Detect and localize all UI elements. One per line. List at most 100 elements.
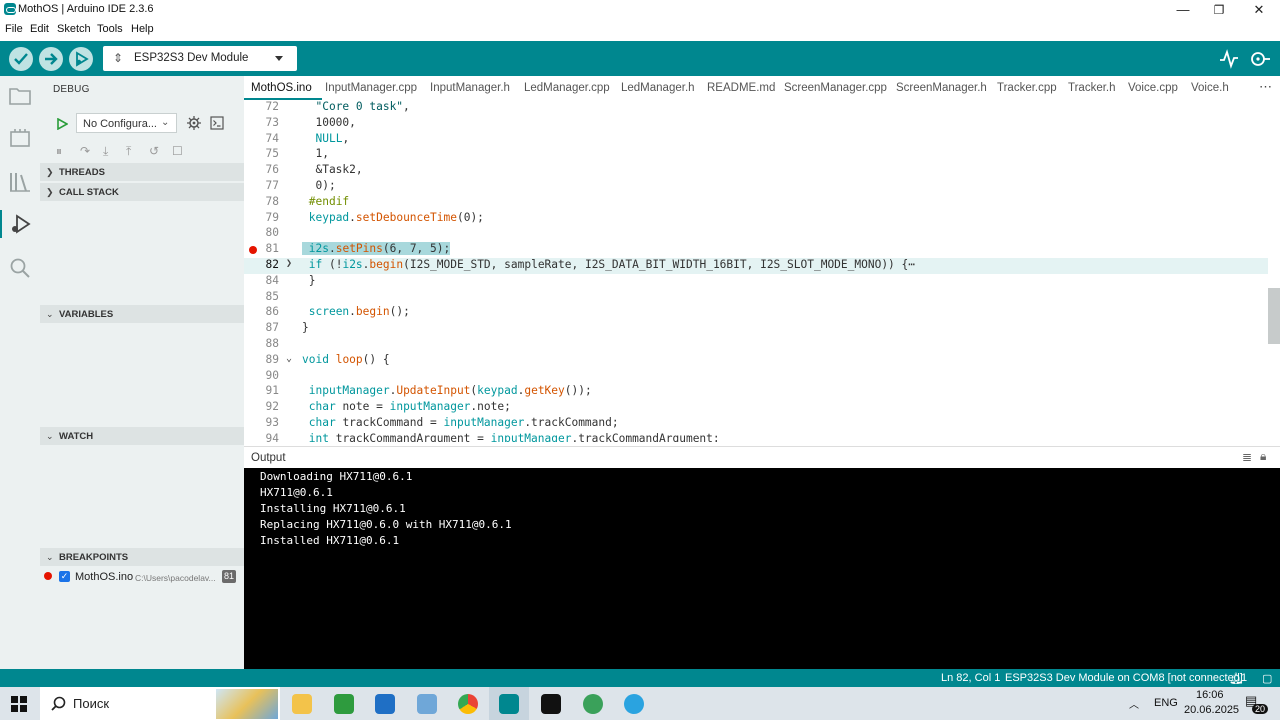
line-number[interactable]: 84 [244, 274, 279, 287]
code-line[interactable]: 93 char trackCommand = inputManager.trac… [244, 416, 1268, 432]
verify-button[interactable] [9, 47, 33, 71]
menu-help[interactable]: Help [131, 23, 154, 35]
step-over-icon[interactable]: ↷ [80, 144, 90, 158]
menu-edit[interactable]: Edit [30, 23, 49, 35]
code-line[interactable]: 74 NULL, [244, 132, 1268, 148]
line-number[interactable]: 72 [244, 100, 279, 113]
menu-file[interactable]: File [5, 23, 23, 35]
editor-scrollbar[interactable] [1268, 288, 1280, 344]
gear-icon[interactable] [187, 116, 201, 130]
tab-voice-h[interactable]: Voice.h [1191, 82, 1229, 94]
code-line[interactable]: 72 "Core 0 task", [244, 100, 1268, 116]
line-number[interactable]: 92 [244, 400, 279, 413]
line-number[interactable]: 79 [244, 211, 279, 224]
minimize-button[interactable]: — [1165, 0, 1201, 20]
code-line[interactable]: 79 keypad.setDebounceTime(0); [244, 211, 1268, 227]
library-icon[interactable] [8, 170, 32, 194]
code-line[interactable]: 86 screen.begin(); [244, 305, 1268, 321]
globe-icon[interactable] [583, 694, 603, 714]
tab-readme-md[interactable]: README.md [707, 82, 775, 94]
board-status[interactable]: ESP32S3 Dev Module on COM8 [not connecte… [1005, 672, 1243, 684]
step-into-icon[interactable]: ⤓ [103, 144, 108, 159]
notepad-icon[interactable] [417, 694, 437, 714]
output-console[interactable]: Downloading HX711@0.6.1 HX711@0.6.1 Inst… [244, 468, 1280, 669]
line-number[interactable]: 78 [244, 195, 279, 208]
breakpoint-item[interactable]: ✓ MothOS.ino C:\Users\pacodelav... 81 [40, 568, 244, 586]
step-out-icon[interactable]: ⤒ [126, 144, 131, 159]
line-number[interactable]: 88 [244, 337, 279, 350]
line-number[interactable]: 75 [244, 147, 279, 160]
fold-expand-icon[interactable]: ❯ [286, 258, 292, 269]
line-number[interactable]: 90 [244, 369, 279, 382]
menu-sketch[interactable]: Sketch [57, 23, 91, 35]
code-line[interactable]: 91 inputManager.UpdateInput(keypad.getKe… [244, 384, 1268, 400]
code-line[interactable]: 88 [244, 337, 1268, 353]
obs-icon[interactable] [541, 694, 561, 714]
tab-ledmanager-cpp[interactable]: LedManager.cpp [524, 82, 610, 94]
restart-icon[interactable]: ↺ [149, 144, 159, 158]
chrome-icon[interactable] [458, 694, 478, 714]
lock-icon[interactable]: 🔒︎ [1260, 449, 1266, 464]
fold-collapse-icon[interactable]: ⌄ [286, 353, 292, 364]
board-selector[interactable]: ⇕ ESP32S3 Dev Module [103, 46, 297, 71]
close-button[interactable]: ✕ [1241, 0, 1277, 20]
board-manager-icon[interactable] [8, 126, 32, 150]
tab-voice-cpp[interactable]: Voice.cpp [1128, 82, 1178, 94]
tab-inputmanager-cpp[interactable]: InputManager.cpp [325, 82, 417, 94]
debug-config-select[interactable]: No Configura... ⌄ [76, 113, 177, 133]
language-indicator[interactable]: ENG [1154, 697, 1178, 709]
line-number[interactable]: 86 [244, 305, 279, 318]
code-line[interactable]: 90 [244, 369, 1268, 385]
debug-button[interactable] [69, 47, 93, 71]
line-number[interactable]: 93 [244, 416, 279, 429]
line-number[interactable]: 74 [244, 132, 279, 145]
line-number[interactable]: 77 [244, 179, 279, 192]
line-number[interactable]: 85 [244, 290, 279, 303]
app-green-icon[interactable] [334, 694, 354, 714]
terminal-icon[interactable] [210, 116, 224, 130]
upload-button[interactable] [39, 47, 63, 71]
watch-section[interactable]: ⌄ WATCH [40, 427, 244, 445]
menu-tools[interactable]: Tools [97, 23, 123, 35]
pause-icon[interactable]: ⏸ [56, 144, 62, 159]
line-number[interactable]: 80 [244, 226, 279, 239]
tab-mothos-ino[interactable]: MothOS.ino [251, 82, 312, 94]
code-line[interactable]: 73 10000, [244, 116, 1268, 132]
code-line[interactable]: 76 &Task2, [244, 163, 1268, 179]
more-tabs-icon[interactable]: ⋯ [1259, 79, 1272, 95]
maximize-button[interactable]: ❐ [1201, 0, 1237, 20]
code-line[interactable]: 94 int trackCommandArgument = inputManag… [244, 432, 1268, 442]
serial-monitor-icon[interactable] [1249, 49, 1271, 69]
call-stack-section[interactable]: ❯ CALL STACK [40, 183, 244, 201]
windows-start-icon[interactable] [11, 696, 27, 712]
clock-date[interactable]: 20.06.2025 [1184, 704, 1239, 716]
tab-screenmanager-h[interactable]: ScreenManager.h [896, 82, 987, 94]
outlook-icon[interactable] [375, 694, 395, 714]
serial-plotter-icon[interactable] [1219, 49, 1239, 69]
file-explorer-icon[interactable] [292, 694, 312, 714]
telegram-icon[interactable] [624, 694, 644, 714]
line-number[interactable]: 82 [244, 258, 279, 271]
tab-ledmanager-h[interactable]: LedManager.h [621, 82, 695, 94]
line-number[interactable]: 89 [244, 353, 279, 366]
line-number[interactable]: 76 [244, 163, 279, 176]
code-line[interactable]: 87} [244, 321, 1268, 337]
tab-tracker-cpp[interactable]: Tracker.cpp [997, 82, 1057, 94]
code-line[interactable]: 85 [244, 290, 1268, 306]
line-number[interactable]: 87 [244, 321, 279, 334]
code-line[interactable]: 78 #endif [244, 195, 1268, 211]
chevron-up-icon[interactable]: ︿ [1129, 696, 1139, 711]
code-line[interactable]: 80 [244, 226, 1268, 242]
tab-tracker-h[interactable]: Tracker.h [1068, 82, 1116, 94]
cursor-position[interactable]: Ln 82, Col 1 [941, 672, 1000, 684]
arduino-ide-icon[interactable] [499, 694, 519, 714]
taskbar-search[interactable]: Поиск [40, 687, 280, 720]
code-line[interactable]: 89 ⌄ void loop() { [244, 353, 1268, 369]
tab-inputmanager-h[interactable]: InputManager.h [430, 82, 510, 94]
line-number[interactable]: 73 [244, 116, 279, 129]
start-debugging-icon[interactable] [56, 118, 68, 130]
notifications-icon[interactable]: ▢ [1262, 672, 1272, 685]
tab-screenmanager-cpp[interactable]: ScreenManager.cpp [784, 82, 887, 94]
search-icon[interactable] [8, 256, 32, 280]
code-line[interactable]: 75 1, [244, 147, 1268, 163]
